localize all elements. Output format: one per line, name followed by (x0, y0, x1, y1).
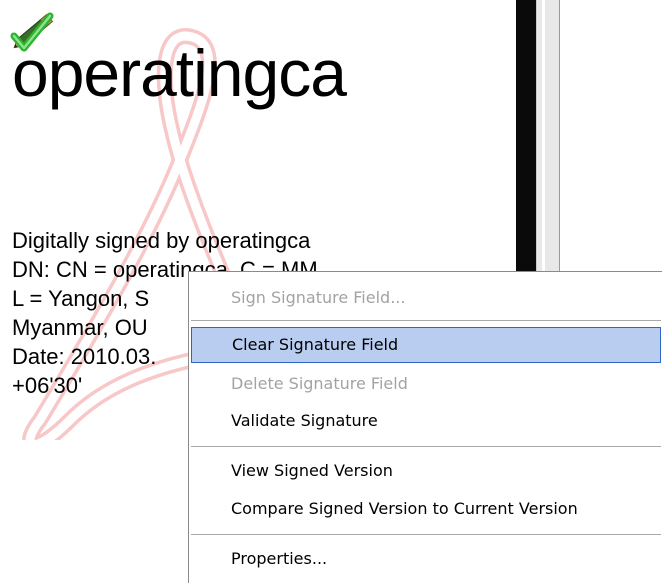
menu-item-sign-signature-field[interactable]: Sign Signature Field... (191, 280, 661, 316)
signer-name: operatingca (12, 36, 347, 110)
menu-item-compare-signed-version[interactable]: Compare Signed Version to Current Versio… (191, 491, 661, 527)
menu-item-validate-signature[interactable]: Validate Signature (191, 403, 661, 439)
menu-separator (191, 446, 661, 447)
menu-item-clear-signature-field[interactable]: Clear Signature Field (191, 327, 661, 363)
menu-item-delete-signature-field[interactable]: Delete Signature Field (191, 366, 661, 402)
signature-context-menu: Sign Signature Field... Clear Signature … (188, 271, 662, 583)
details-line: Digitally signed by operatingca (12, 228, 311, 253)
menu-item-view-signed-version[interactable]: View Signed Version (191, 453, 661, 489)
menu-separator (191, 534, 661, 535)
screenshot-stage: operatingca Digitally signed by operatin… (0, 0, 662, 583)
menu-separator (191, 320, 661, 321)
menu-item-properties[interactable]: Properties... (191, 541, 661, 577)
